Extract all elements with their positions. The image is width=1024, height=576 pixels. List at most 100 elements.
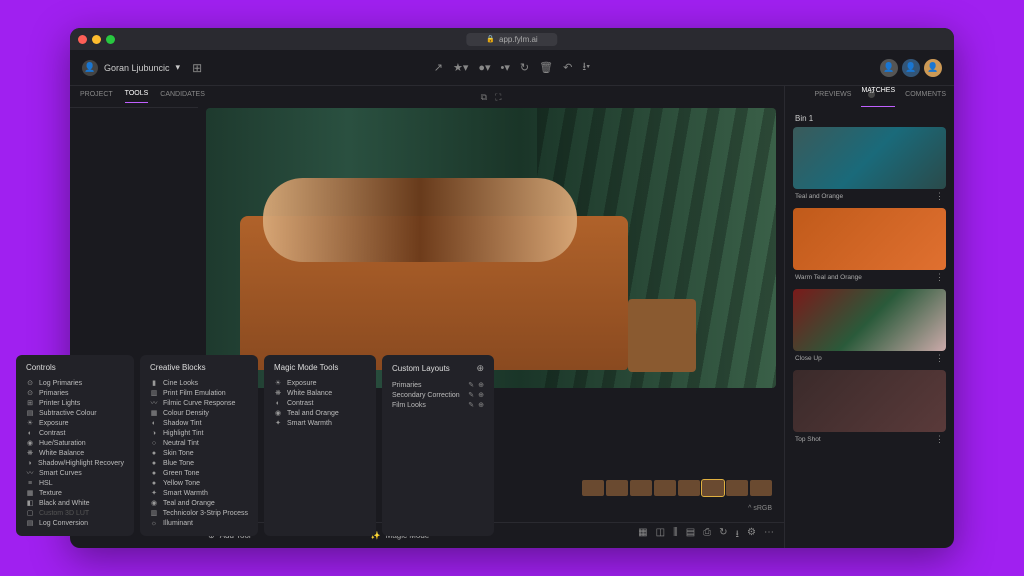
undo-icon[interactable]: ↶ bbox=[563, 61, 572, 74]
apply-icon[interactable]: ⊕ bbox=[478, 381, 484, 389]
tool-item[interactable]: ▤Log Conversion bbox=[70, 518, 124, 528]
tool-label: White Balance bbox=[70, 450, 84, 457]
tool-item[interactable]: ◐Contrast bbox=[274, 398, 366, 408]
compare-icon[interactable]: ⧉ bbox=[481, 92, 487, 103]
tool-icon: ▦ bbox=[150, 409, 158, 417]
kebab-icon[interactable]: ⋮ bbox=[935, 191, 944, 202]
tabs-left: PROJECTTOOLSCANDIDATES bbox=[70, 86, 198, 108]
apps-grid-icon[interactable]: ⊞ bbox=[192, 61, 202, 75]
circle-icon[interactable]: ●▾ bbox=[478, 61, 490, 74]
match-thumbnail bbox=[793, 289, 946, 351]
tool-item[interactable]: ●Skin Tone bbox=[150, 448, 248, 458]
tool-item[interactable]: ● Blue Tone bbox=[150, 458, 248, 468]
tool-item[interactable]: ⊙Log Primaries bbox=[70, 378, 124, 388]
minimize-window-icon[interactable] bbox=[92, 35, 101, 44]
tool-icon: ◉ bbox=[274, 409, 282, 417]
main-image[interactable] bbox=[206, 108, 776, 388]
custom-layout-row[interactable]: Secondary Correction✎⊕ bbox=[392, 390, 484, 400]
tool-item[interactable]: ◐Contrast bbox=[70, 428, 124, 438]
maximize-window-icon[interactable] bbox=[106, 35, 115, 44]
tab-tools[interactable]: TOOLS bbox=[125, 90, 149, 103]
tool-label: Highlight Tint bbox=[163, 430, 203, 437]
tool-item[interactable]: ☼Illuminant bbox=[150, 518, 248, 528]
apply-icon[interactable]: ⊕ bbox=[478, 401, 484, 409]
apply-icon[interactable]: ⊕ bbox=[478, 391, 484, 399]
tool-item[interactable]: ▮Cine Looks bbox=[150, 378, 248, 388]
viewer-top-icons: ⧉ ⛶ bbox=[198, 86, 784, 108]
custom-layout-row[interactable]: Primaries ✎ ⊕ bbox=[392, 380, 484, 390]
star-icon[interactable]: ★▾ bbox=[453, 61, 468, 74]
dot-icon[interactable]: •▾ bbox=[501, 61, 510, 74]
tool-item[interactable]: ☀Exposure bbox=[274, 378, 366, 388]
tool-label: Print Film Emulation bbox=[163, 390, 226, 397]
tool-item[interactable]: ▦Texture bbox=[70, 488, 124, 498]
tabs-right: PREVIEWS MATCHES12 COMMENTS bbox=[785, 86, 954, 108]
close-window-icon[interactable] bbox=[78, 35, 87, 44]
tool-item[interactable]: ◑Shadow/Highlight Recovery bbox=[70, 458, 124, 468]
tool-label: Smart Warmth bbox=[287, 420, 332, 427]
share-icon[interactable]: ↗ bbox=[434, 61, 443, 74]
tool-label: Custom 3D LUT bbox=[70, 510, 89, 517]
tool-item[interactable]: ▥Technicolor 3-Strip Process bbox=[150, 508, 248, 518]
tool-item[interactable]: 〰Smart Curves bbox=[70, 468, 124, 478]
tool-label: Log Primaries bbox=[70, 380, 82, 387]
collaborator-avatar[interactable]: 👤 bbox=[880, 59, 898, 77]
match-item[interactable]: Warm Teal and Orange⋮ bbox=[793, 208, 946, 285]
tool-item[interactable]: ✦Smart Warmth bbox=[274, 418, 366, 428]
collaborator-avatar[interactable]: 👤 bbox=[924, 59, 942, 77]
tool-item[interactable]: ◐Shadow Tint bbox=[150, 418, 248, 428]
tool-item[interactable]: ☀Exposure bbox=[70, 418, 124, 428]
tool-label: Blue Tone bbox=[163, 460, 194, 467]
tool-item[interactable]: ▥Print Film Emulation bbox=[150, 388, 248, 398]
layout-label: Primaries bbox=[392, 382, 422, 389]
tool-label: Yellow Tone bbox=[163, 480, 200, 487]
tool-label: Shadow Tint bbox=[163, 420, 202, 427]
edit-icon[interactable]: ✎ bbox=[468, 401, 474, 409]
tool-item[interactable]: ⊙Primaries bbox=[70, 388, 124, 398]
download-icon[interactable]: ⭳▾ bbox=[582, 58, 590, 77]
custom-layout-row[interactable]: Film Looks✎⊕ bbox=[392, 400, 484, 410]
tool-item[interactable]: ◉Hue/Saturation bbox=[70, 438, 124, 448]
tool-label: Exposure bbox=[287, 380, 317, 387]
topbar: 👤 Goran Ljubuncic ▾ ⊞ ↗ ★▾ ●▾ •▾ ↻ 🗑 ↶ ⭳▾ 👤 👤 👤 bbox=[70, 50, 954, 86]
tool-icon: ○ bbox=[150, 439, 158, 447]
add-layout-button[interactable]: ⊕ bbox=[476, 363, 484, 374]
tool-icon: ◉ bbox=[150, 499, 158, 507]
kebab-icon[interactable]: ⋮ bbox=[935, 272, 944, 283]
tool-item[interactable]: ▢Custom 3D LUT bbox=[70, 508, 124, 518]
tool-item[interactable]: ◑Highlight Tint bbox=[150, 428, 248, 438]
edit-icon[interactable]: ✎ bbox=[468, 381, 474, 389]
user-menu[interactable]: 👤 Goran Ljubuncic ▾ bbox=[82, 60, 180, 76]
collaborator-avatar[interactable]: 👤 bbox=[902, 59, 920, 77]
tool-item[interactable]: ❋White Balance bbox=[70, 448, 124, 458]
tool-icon: ● bbox=[150, 459, 158, 467]
panel-controls: Controls ⊙Log Primaries⊙Primaries⊞Printe… bbox=[70, 355, 134, 536]
tool-item[interactable]: ◧Black and White bbox=[70, 498, 124, 508]
tab-previews[interactable]: PREVIEWS bbox=[814, 91, 851, 103]
tool-item[interactable]: ▦Colour Density bbox=[150, 408, 248, 418]
tool-label: Shadow/Highlight Recovery bbox=[70, 460, 124, 467]
match-thumbnail bbox=[793, 208, 946, 270]
tool-item[interactable]: ❋White Balance bbox=[274, 388, 366, 398]
tool-item[interactable]: ●Yellow Tone bbox=[150, 478, 248, 488]
tool-item[interactable]: ≡HSL bbox=[70, 478, 124, 488]
tool-item[interactable]: ⊞Printer Lights bbox=[70, 398, 124, 408]
panel-title: Custom Layouts ⊕ bbox=[392, 363, 484, 374]
tool-item[interactable]: ●Green Tone bbox=[150, 468, 248, 478]
tab-project[interactable]: PROJECT bbox=[80, 91, 113, 103]
trash-icon[interactable]: 🗑 bbox=[539, 61, 553, 74]
tool-item[interactable]: ◉Teal and Orange bbox=[274, 408, 366, 418]
tool-icon: ❋ bbox=[274, 389, 282, 397]
edit-icon[interactable]: ✎ bbox=[468, 391, 474, 399]
match-item[interactable]: Teal and Orange⋮ bbox=[793, 127, 946, 204]
tool-item[interactable]: ✦Smart Warmth bbox=[150, 488, 248, 498]
tab-matches[interactable]: MATCHES12 bbox=[861, 87, 895, 107]
tool-item[interactable]: 〰Filmic Curve Response bbox=[150, 398, 248, 408]
tool-item[interactable]: ▤Subtractive Colour bbox=[70, 408, 124, 418]
tool-item[interactable]: ○ Neutral Tint bbox=[150, 438, 248, 448]
tool-label: Neutral Tint bbox=[163, 440, 199, 447]
fullscreen-icon[interactable]: ⛶ bbox=[495, 92, 501, 103]
tool-item[interactable]: ◉Teal and Orange bbox=[150, 498, 248, 508]
refresh-icon[interactable]: ↻ bbox=[520, 61, 529, 74]
tab-comments[interactable]: COMMENTS bbox=[905, 91, 946, 103]
